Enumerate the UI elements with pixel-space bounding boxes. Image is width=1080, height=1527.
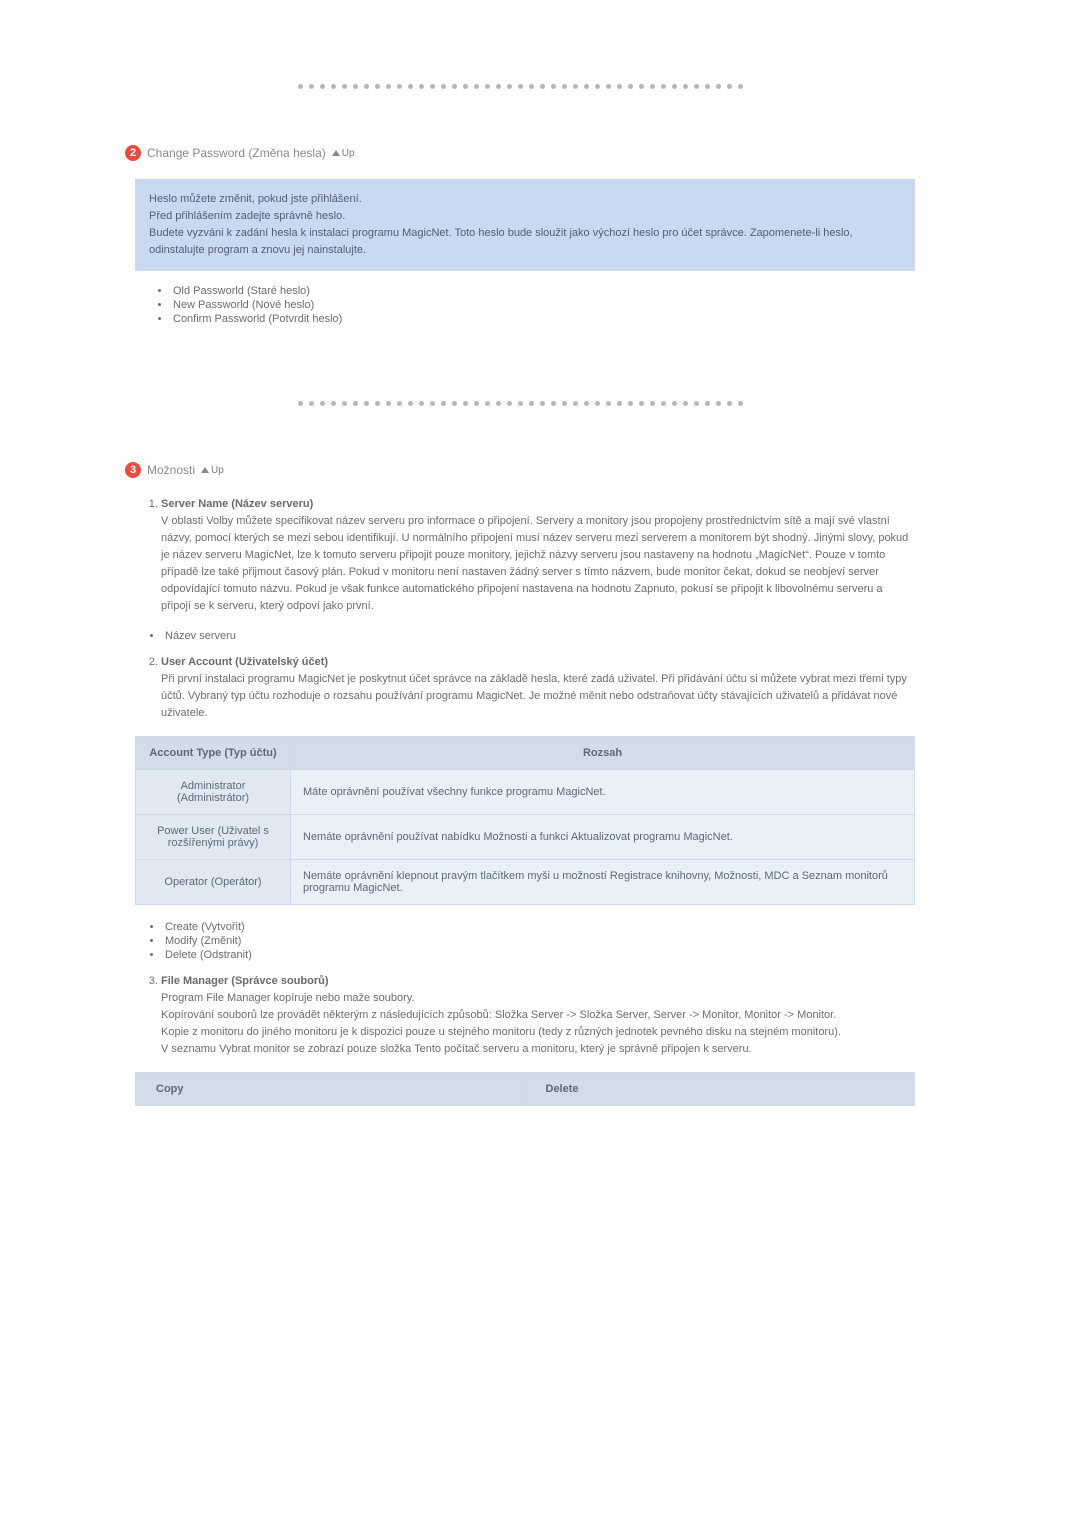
table-head-row: Copy Delete	[136, 1072, 915, 1105]
table-row: Power User (Uživatel s rozšířenými právy…	[136, 814, 915, 859]
col-scope: Rozsah	[291, 736, 915, 769]
cell-account-type: Power User (Uživatel s rozšířenými právy…	[136, 814, 291, 859]
section-options-head: 3 Možnosti Up	[125, 462, 915, 478]
cell-scope: Nemáte oprávnění používat nabídku Možnos…	[291, 814, 915, 859]
list-item: Delete (Odstranit)	[163, 949, 915, 961]
password-fields-list: Old Passworld (Staré heslo) New Passworl…	[171, 285, 915, 325]
section-change-password-head: 2 Change Password (Změna hesla) Up	[125, 145, 915, 161]
change-password-intro: Heslo můžete změnit, pokud jste přihláše…	[135, 179, 915, 271]
up-link-label: Up	[342, 148, 355, 159]
sub-title: User Account (Uživatelský účet)	[161, 656, 328, 668]
section-options-title: Možnosti	[147, 463, 195, 477]
sub-body-line: Kopírování souborů lze provádět některým…	[161, 1009, 836, 1021]
table-row: Administrator (Administrátor) Máte opráv…	[136, 769, 915, 814]
sub-title: File Manager (Správce souborů)	[161, 975, 328, 987]
table-head-row: Account Type (Typ účtu) Rozsah	[136, 736, 915, 769]
intro-line: Heslo můžete změnit, pokud jste přihláše…	[149, 191, 901, 208]
col-delete: Delete	[525, 1072, 915, 1105]
sub-body: V oblasti Volby můžete specifikovat náze…	[161, 515, 908, 612]
section-change-password-title: Change Password (Změna hesla)	[147, 146, 326, 160]
list-item: Název serveru	[163, 630, 915, 642]
sub-body-line: Kopie z monitoru do jiného monitoru je k…	[161, 1026, 841, 1038]
file-manager-table: Copy Delete	[135, 1072, 915, 1106]
options-sublist: Server Name (Název serveru) V oblasti Vo…	[161, 496, 915, 615]
cell-account-type: Administrator (Administrátor)	[136, 769, 291, 814]
section-number-badge-2: 2	[125, 145, 141, 161]
options-sublist: File Manager (Správce souborů) Program F…	[161, 973, 915, 1058]
up-link[interactable]: Up	[332, 148, 355, 159]
account-type-table: Account Type (Typ účtu) Rozsah Administr…	[135, 736, 915, 905]
cell-scope: Nemáte oprávnění klepnout pravým tlačítk…	[291, 859, 915, 904]
table-row: Operator (Operátor) Nemáte oprávnění kle…	[136, 859, 915, 904]
col-copy: Copy	[136, 1072, 526, 1105]
col-account-type: Account Type (Typ účtu)	[136, 736, 291, 769]
intro-line: Před přihlášením zadejte správně heslo.	[149, 208, 901, 225]
up-link-label: Up	[211, 465, 224, 476]
sub-body: Při první instalaci programu MagicNet je…	[161, 673, 907, 719]
server-name-bullets: Název serveru	[163, 630, 915, 642]
list-item: Confirm Passworld (Potvrdit heslo)	[171, 313, 915, 325]
user-account-actions: Create (Vytvořit) Modify (Změnit) Delete…	[163, 921, 915, 961]
sub-user-account: User Account (Uživatelský účet) Při prvn…	[161, 654, 915, 722]
sub-title: Server Name (Název serveru)	[161, 498, 313, 510]
cell-account-type: Operator (Operátor)	[136, 859, 291, 904]
up-link[interactable]: Up	[201, 465, 224, 476]
sub-server-name: Server Name (Název serveru) V oblasti Vo…	[161, 496, 915, 615]
cell-scope: Máte oprávnění používat všechny funkce p…	[291, 769, 915, 814]
list-item: Old Passworld (Staré heslo)	[171, 285, 915, 297]
dotted-divider	[125, 60, 915, 121]
section-number-badge-3: 3	[125, 462, 141, 478]
sub-file-manager: File Manager (Správce souborů) Program F…	[161, 973, 915, 1058]
sub-body-line: Program File Manager kopíruje nebo maže …	[161, 992, 415, 1004]
options-sublist: User Account (Uživatelský účet) Při prvn…	[161, 654, 915, 722]
dotted-divider	[125, 377, 915, 438]
intro-line: Budete vyzváni k zadání hesla k instalac…	[149, 225, 901, 259]
sub-body-line: V seznamu Vybrat monitor se zobrazí pouz…	[161, 1043, 752, 1055]
list-item: Modify (Změnit)	[163, 935, 915, 947]
list-item: Create (Vytvořit)	[163, 921, 915, 933]
list-item: New Passworld (Nové heslo)	[171, 299, 915, 311]
